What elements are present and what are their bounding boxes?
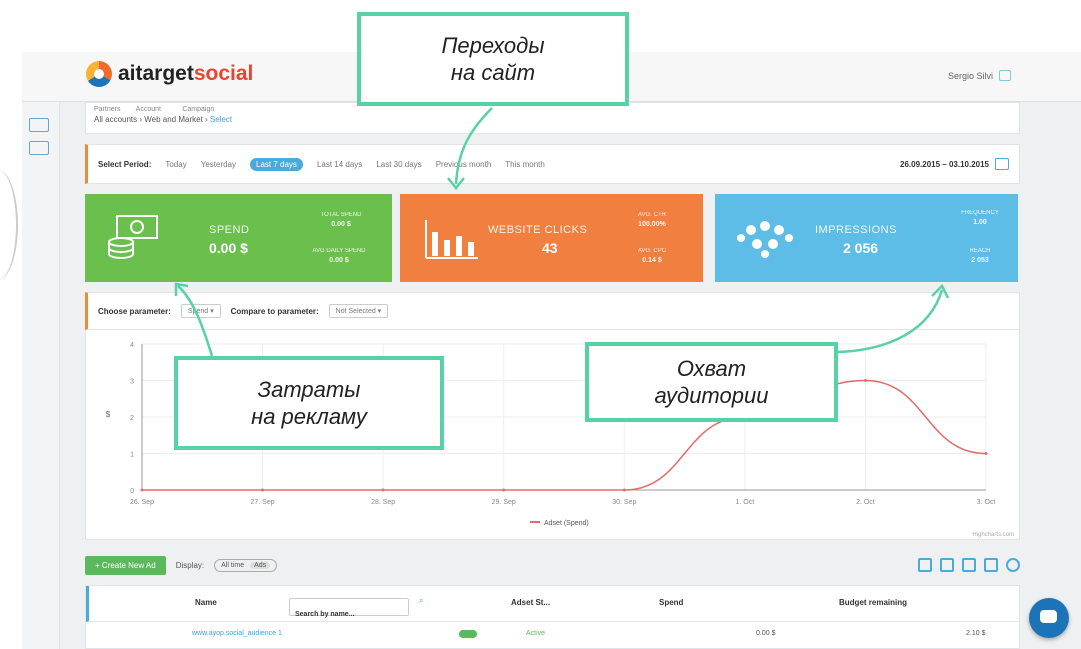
arrow-to-reach [837, 289, 944, 354]
callout-reach: Охват аудитории [585, 342, 838, 422]
chat-button[interactable] [1029, 598, 1069, 638]
arrow-to-spend [177, 285, 214, 357]
callout-spend: Затраты на рекламу [174, 356, 444, 450]
callout-clicks: Переходы на сайт [357, 12, 629, 106]
arrow-to-clicks [454, 107, 493, 185]
